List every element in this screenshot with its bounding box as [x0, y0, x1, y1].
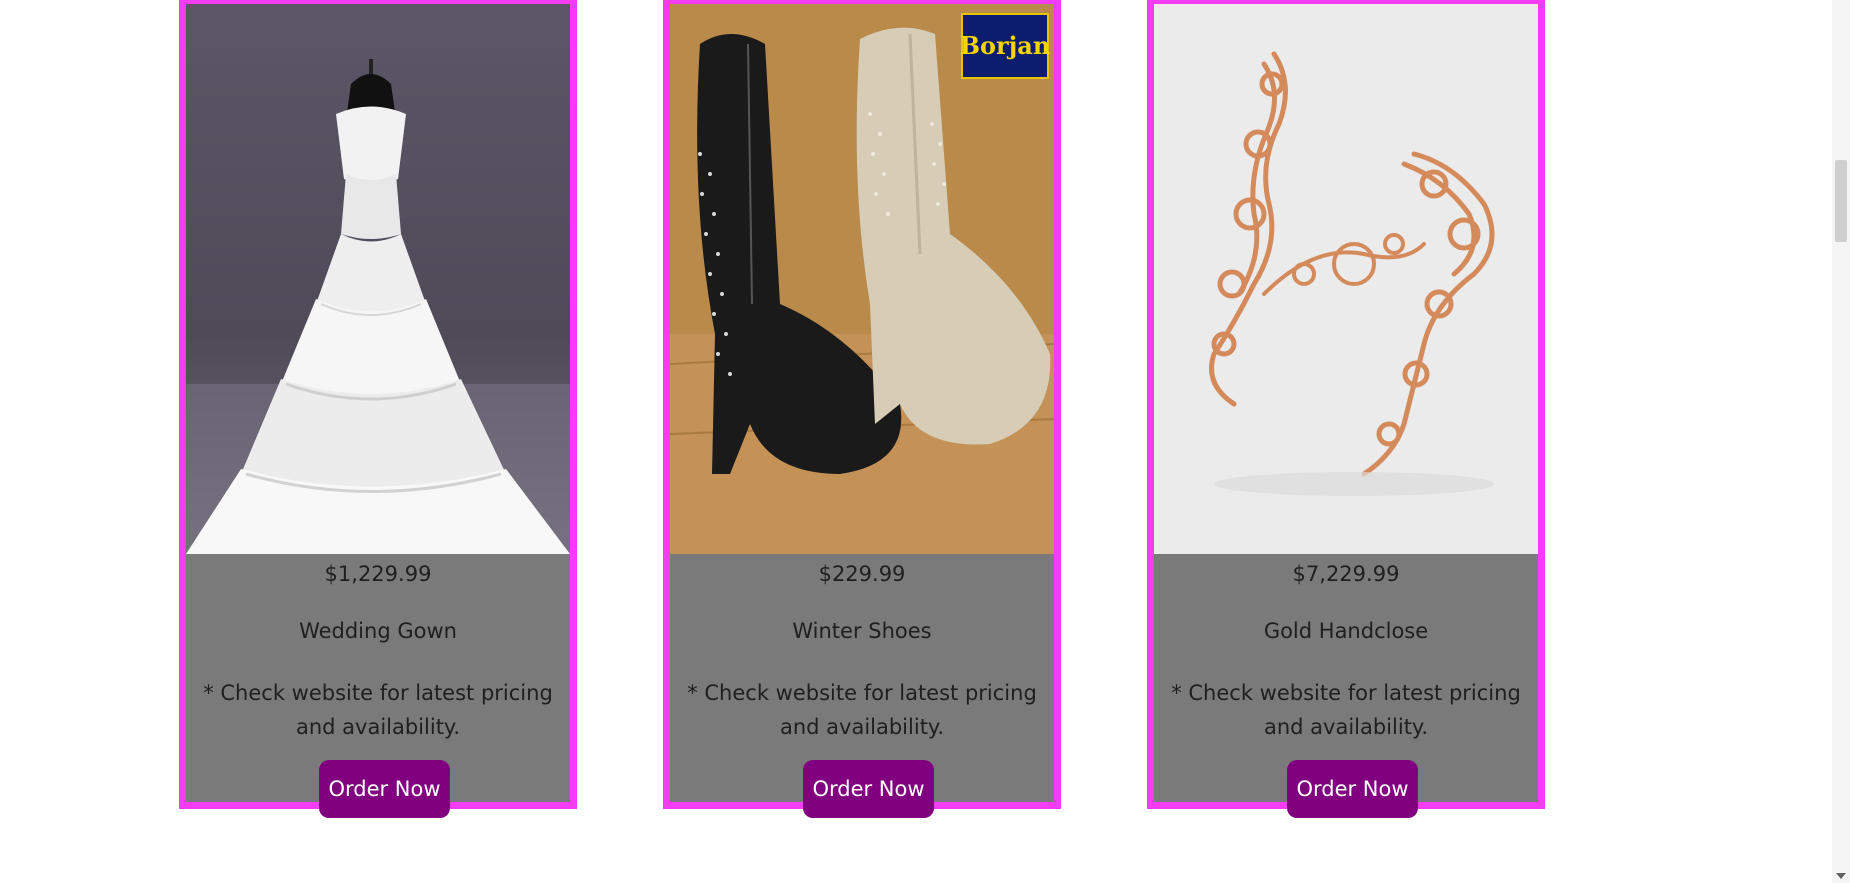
product-card: $1,229.99 Wedding Gown * Check website f… [179, 0, 577, 818]
order-now-button[interactable]: Order Now [1287, 760, 1418, 818]
product-price: $1,229.99 [324, 562, 432, 586]
scrollbar-thumb[interactable] [1835, 160, 1847, 242]
winter-shoes-image: Borjan [670, 4, 1054, 554]
wedding-gown-image [186, 4, 570, 554]
product-name: Wedding Gown [299, 619, 457, 643]
product-name: Winter Shoes [792, 619, 932, 643]
order-now-button[interactable]: Order Now [803, 760, 934, 818]
product-disclaimer: * Check website for latest pricing and a… [687, 681, 1037, 739]
product-name: Gold Handclose [1263, 619, 1429, 643]
product-price: $7,229.99 [1292, 562, 1400, 586]
order-now-button[interactable]: Order Now [319, 760, 450, 818]
gold-handclose-image [1154, 4, 1538, 554]
product-price: $229.99 [818, 562, 906, 586]
scroll-down-arrow-icon[interactable] [1836, 873, 1846, 879]
product-card: Borjan $229.99 Winter Shoes * Check webs… [663, 0, 1061, 818]
borjan-logo: Borjan [960, 31, 1051, 60]
product-card: $7,229.99 Gold Handclose * Check website… [1147, 0, 1545, 818]
vertical-scrollbar[interactable] [1832, 0, 1850, 883]
product-disclaimer: * Check website for latest pricing and a… [1171, 681, 1521, 739]
product-disclaimer: * Check website for latest pricing and a… [203, 681, 553, 739]
